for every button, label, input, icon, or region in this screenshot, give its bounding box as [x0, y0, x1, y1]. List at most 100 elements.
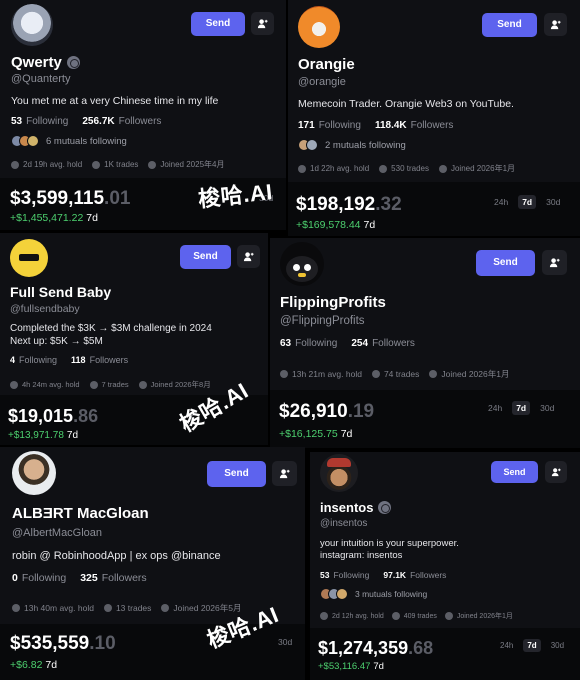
- send-button[interactable]: Send: [491, 461, 538, 483]
- avg-hold: 2d 12h avg. hold: [320, 612, 384, 620]
- mutuals-text: 3 mutuals following: [355, 589, 428, 599]
- followers-count[interactable]: 254 Followers: [351, 338, 414, 349]
- mutuals[interactable]: 2 mutuals following: [298, 139, 406, 151]
- bio: your intuition is your superpower. insta…: [320, 538, 459, 562]
- range-7d[interactable]: 7d: [512, 401, 531, 415]
- mutual-avatars: [298, 139, 318, 151]
- send-button[interactable]: Send: [207, 461, 266, 487]
- range-7d[interactable]: 7d: [523, 639, 541, 652]
- avatar[interactable]: [11, 4, 53, 46]
- verified-badge-icon: [378, 501, 392, 514]
- pnl-change: +$13,971.78 7d: [8, 430, 79, 441]
- followers-count[interactable]: 118.4K Followers: [375, 120, 454, 131]
- calendar-icon: [438, 164, 447, 173]
- follow-button[interactable]: [545, 461, 567, 483]
- display-name: Orangie: [298, 56, 355, 73]
- range-30d[interactable]: 30d: [547, 639, 568, 652]
- clock-icon: [10, 380, 18, 389]
- range-selector: 24h 7d 30d: [484, 401, 558, 415]
- send-button[interactable]: Send: [476, 250, 535, 276]
- range-7d[interactable]: 7d: [518, 195, 537, 209]
- range-30d[interactable]: 30d: [274, 635, 296, 649]
- followers-count[interactable]: 256.7K Followers: [82, 116, 161, 127]
- follow-counts: 53 Following 256.7K Followers: [11, 116, 161, 127]
- range-24h[interactable]: 24h: [490, 195, 512, 209]
- range-30d[interactable]: 30d: [536, 401, 558, 415]
- calendar-icon: [161, 604, 170, 612]
- follow-button[interactable]: [237, 245, 260, 268]
- following-count[interactable]: 63 Following: [280, 338, 337, 349]
- send-button[interactable]: Send: [191, 12, 245, 36]
- pnl-change: +$169,578.44 7d: [296, 219, 376, 231]
- avatar[interactable]: [320, 454, 358, 492]
- avg-hold: 1d 22h avg. hold: [298, 164, 369, 173]
- avatar[interactable]: [280, 242, 324, 286]
- trade-count: 409 trades: [391, 612, 437, 620]
- avg-hold: 2d 19h avg. hold: [11, 160, 82, 169]
- send-button[interactable]: Send: [482, 13, 537, 37]
- range-24h[interactable]: 24h: [496, 639, 517, 652]
- mutuals-text: 2 mutuals following: [325, 139, 406, 151]
- bio-line: instagram: insentos: [320, 550, 403, 561]
- mutuals[interactable]: 6 mutuals following: [11, 135, 127, 147]
- profile-card-flippingprofits: Send FlippingProfits @FlippingProfits 63…: [270, 238, 580, 448]
- range-24h[interactable]: 24h: [484, 401, 506, 415]
- bio-line: your intuition is your superpower.: [320, 538, 459, 549]
- trader-stats: 13h 21m avg. hold 74 trades Joined 2026年…: [280, 368, 509, 380]
- trader-stats: 1d 22h avg. hold 530 trades Joined 2026年…: [298, 163, 515, 174]
- followers-count[interactable]: 325 Followers: [80, 572, 146, 584]
- sunglasses-icon: [19, 254, 39, 261]
- followers-count[interactable]: 97.1K Followers: [383, 570, 446, 580]
- mutuals[interactable]: 3 mutuals following: [320, 588, 427, 600]
- calendar-icon: [444, 612, 453, 620]
- trade-count: 74 trades: [371, 369, 419, 379]
- range-selector: 30d: [274, 635, 296, 649]
- trader-stats: 13h 40m avg. hold 13 trades Joined 2026年…: [12, 602, 241, 614]
- following-count[interactable]: 171 Following: [298, 120, 361, 131]
- follow-counts: 63 Following 254 Followers: [280, 338, 415, 349]
- follow-button[interactable]: [272, 461, 297, 486]
- trade-count: 530 trades: [379, 164, 429, 173]
- mutual-avatars: [11, 135, 39, 147]
- join-date: Joined 2026年1月: [444, 611, 513, 621]
- calendar-icon: [138, 380, 147, 389]
- follow-counts: 53 Following 97.1K Followers: [320, 570, 446, 580]
- display-name: FlippingProfits: [280, 294, 386, 311]
- join-date: Joined 2026年1月: [438, 163, 515, 174]
- bio-line: Completed the $3K → $3M challenge in 202…: [10, 323, 212, 334]
- follow-counts: 0 Following 325 Followers: [12, 572, 147, 584]
- handle: @orangie: [298, 76, 346, 88]
- bio-line: Next up: $5K → $5M: [10, 336, 103, 347]
- trade-count: 1K trades: [92, 160, 138, 169]
- trades-icon: [391, 612, 400, 620]
- avatar[interactable]: [298, 6, 340, 48]
- trader-stats: 2d 19h avg. hold 1K trades Joined 2025年4…: [11, 159, 224, 170]
- calendar-icon: [429, 370, 438, 378]
- follow-button[interactable]: [542, 250, 567, 275]
- following-count[interactable]: 4 Following: [10, 355, 57, 365]
- follow-counts: 4 Following 118 Followers: [10, 355, 128, 365]
- portfolio-value: $198,192.32: [296, 194, 402, 215]
- add-user-icon: [551, 468, 561, 477]
- range-30d[interactable]: 30d: [542, 195, 564, 209]
- pnl-change: +$1,455,471.22 7d: [10, 212, 98, 224]
- profile-card-insentos: Send insentos @insentos your intuition i…: [310, 452, 580, 680]
- followers-count[interactable]: 118 Followers: [71, 355, 128, 365]
- send-button[interactable]: Send: [180, 245, 231, 269]
- following-count[interactable]: 53 Following: [11, 116, 68, 127]
- bio-line: You met me at a very Chinese time in my …: [11, 95, 219, 107]
- name-text: Qwerty: [11, 54, 62, 71]
- follow-button[interactable]: [251, 12, 274, 35]
- add-user-icon: [550, 20, 561, 30]
- avatar[interactable]: [12, 451, 56, 495]
- follow-button[interactable]: [544, 13, 567, 36]
- follow-counts: 171 Following 118.4K Followers: [298, 120, 453, 131]
- verified-badge-icon: [66, 56, 80, 69]
- following-count[interactable]: 0 Following: [12, 572, 66, 584]
- clock-icon: [280, 370, 288, 378]
- portfolio-value: $26,910.19: [279, 401, 375, 422]
- avatar[interactable]: [10, 239, 48, 277]
- following-count[interactable]: 53 Following: [320, 570, 369, 580]
- portfolio-value: $19,015.86: [8, 406, 99, 426]
- display-name: ALBƎRT MacGloan: [12, 505, 149, 522]
